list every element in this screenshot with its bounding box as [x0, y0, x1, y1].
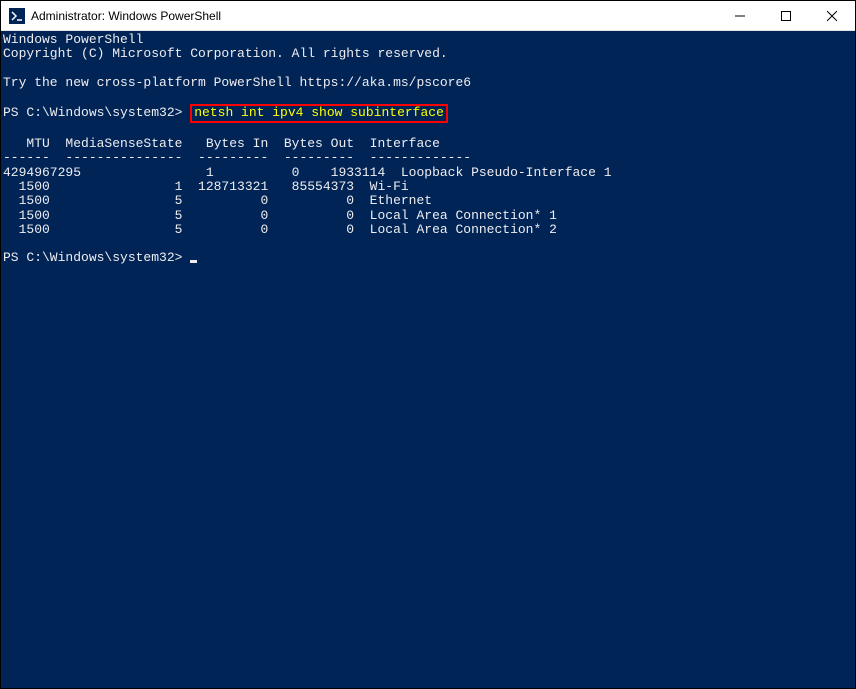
table-divider: ------ --------------- --------- -------…	[3, 151, 855, 165]
cursor	[190, 260, 197, 263]
window-controls	[717, 1, 855, 30]
blank-line	[3, 90, 855, 104]
table-row: 1500 5 0 0 Local Area Connection* 1	[3, 209, 855, 223]
table-row: 1500 5 0 0 Local Area Connection* 2	[3, 223, 855, 237]
command-text: netsh int ipv4 show subinterface	[194, 105, 444, 120]
table-header: MTU MediaSenseState Bytes In Bytes Out I…	[3, 137, 855, 151]
terminal-content[interactable]: Windows PowerShellCopyright (C) Microsof…	[1, 31, 855, 688]
prompt-prefix: PS C:\Windows\system32>	[3, 250, 190, 265]
table-row: 1500 1 128713321 85554373 Wi-Fi	[3, 180, 855, 194]
prompt-line: PS C:\Windows\system32> netsh int ipv4 s…	[3, 104, 855, 122]
prompt-line: PS C:\Windows\system32>	[3, 251, 855, 265]
command-annotation-box: netsh int ipv4 show subinterface	[190, 104, 448, 122]
blank-line	[3, 62, 855, 76]
banner-line: Copyright (C) Microsoft Corporation. All…	[3, 47, 855, 61]
prompt-prefix: PS C:\Windows\system32>	[3, 105, 190, 120]
window-titlebar: Administrator: Windows PowerShell	[1, 1, 855, 31]
powershell-icon	[9, 8, 25, 24]
minimize-button[interactable]	[717, 1, 763, 30]
table-row: 4294967295 1 0 1933114 Loopback Pseudo-I…	[3, 166, 855, 180]
banner-line: Try the new cross-platform PowerShell ht…	[3, 76, 855, 90]
blank-line	[3, 123, 855, 137]
window-title: Administrator: Windows PowerShell	[31, 9, 717, 23]
blank-line	[3, 237, 855, 251]
maximize-button[interactable]	[763, 1, 809, 30]
close-button[interactable]	[809, 1, 855, 30]
table-row: 1500 5 0 0 Ethernet	[3, 194, 855, 208]
banner-line: Windows PowerShell	[3, 33, 855, 47]
